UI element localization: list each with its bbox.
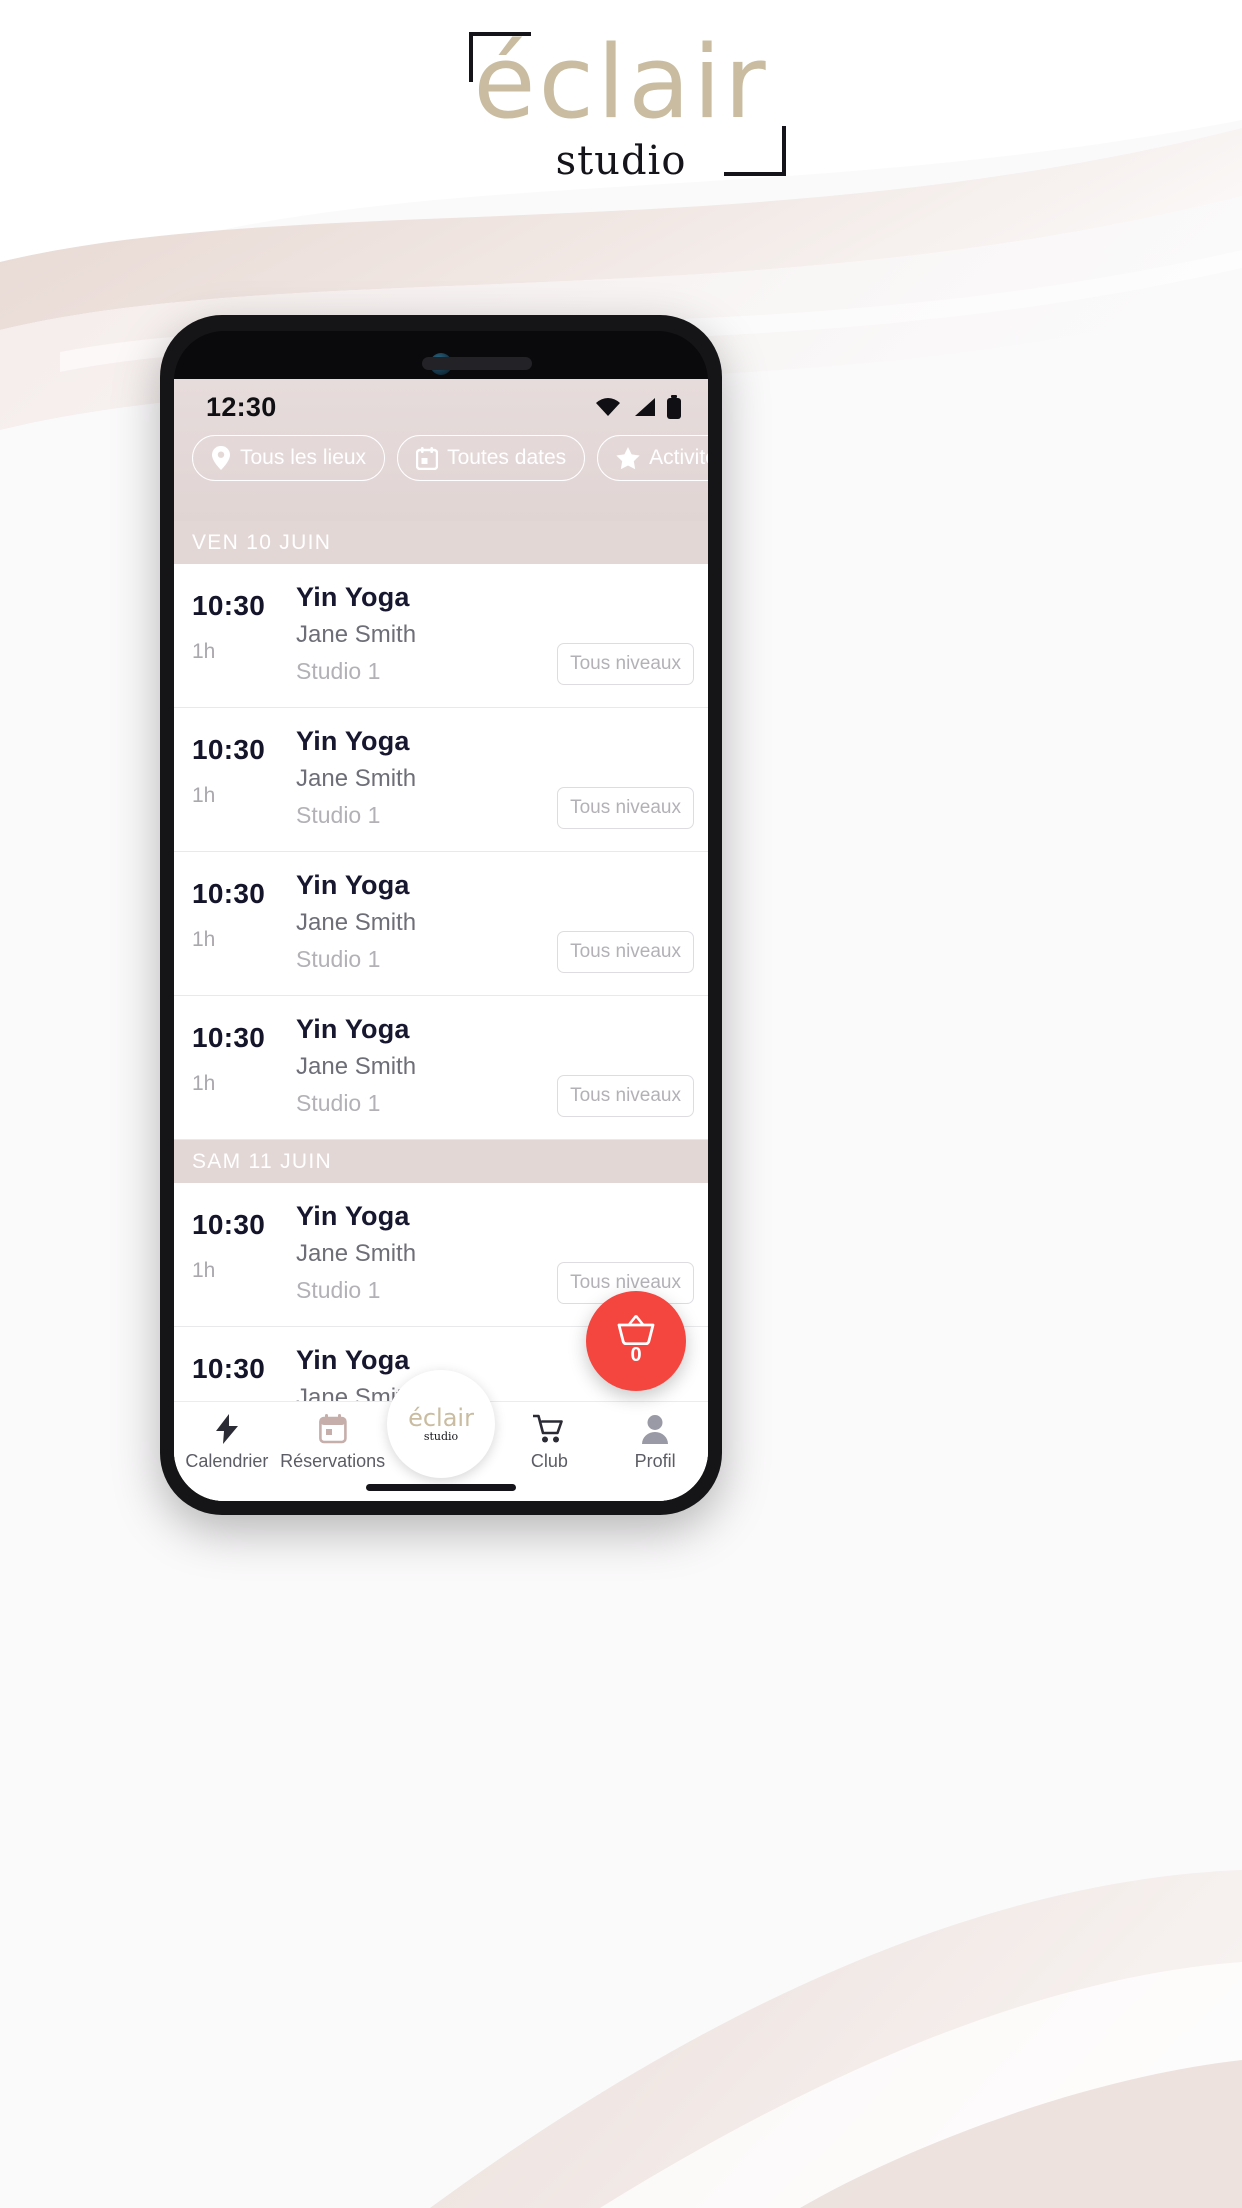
filter-chip-dates[interactable]: Toutes dates xyxy=(397,435,586,481)
filter-chip-location[interactable]: Tous les lieux xyxy=(192,435,386,481)
class-level-block: Tous niveaux xyxy=(544,852,694,995)
class-teacher: Jane Smith xyxy=(296,1240,417,1267)
filter-chips: Tous les lieux Toutes dates Activit xyxy=(174,435,708,481)
class-title: Yin Yoga xyxy=(296,1201,410,1231)
class-time: 10:30 xyxy=(192,878,266,909)
class-time: 10:30 xyxy=(192,1209,266,1240)
cart-fab-button[interactable]: 0 xyxy=(586,1291,686,1391)
class-teacher: Jane Smith xyxy=(296,621,417,648)
gesture-bar xyxy=(366,1484,516,1491)
class-time-block: 10:30 1h xyxy=(174,708,296,851)
class-time-block: 10:30 1h xyxy=(174,996,296,1139)
class-title: Yin Yoga xyxy=(296,1345,410,1375)
class-info-block: Yin Yoga Jane Smith Studio 1 xyxy=(296,996,544,1139)
nav-center-subtitle: studio xyxy=(423,1429,459,1443)
class-time: 10:30 xyxy=(192,734,266,765)
class-time-block: 10:30 1h xyxy=(174,1183,296,1326)
class-time-block: 10:30 1h xyxy=(174,852,296,995)
cart-count-badge: 0 xyxy=(630,1344,642,1366)
class-title: Yin Yoga xyxy=(296,870,410,900)
class-time: 10:30 xyxy=(192,590,266,621)
brand-logo: éclair studio xyxy=(0,23,1242,184)
nav-item-club[interactable]: Club xyxy=(497,1402,603,1472)
calendar-check-icon xyxy=(318,1414,347,1444)
class-teacher: Jane Smith xyxy=(296,1053,417,1080)
class-level-block: Tous niveaux xyxy=(544,708,694,851)
schedule-class-row[interactable]: 10:30 1h Yin Yoga Jane Smith Studio 1 Tous ni… xyxy=(174,564,708,708)
nav-label-calendrier: Calendrier xyxy=(185,1451,269,1471)
filter-chip-dates-label: Toutes dates xyxy=(447,446,567,469)
nav-item-reservations[interactable]: Réservations xyxy=(280,1402,386,1472)
earpiece-speaker xyxy=(422,357,532,370)
class-info-block: Yin Yoga Jane Smith Studio 1 xyxy=(296,1183,544,1326)
signal-icon xyxy=(635,398,655,416)
schedule-class-row[interactable]: 10:30 1h Yin Yoga Jane Smith Studio 1 Tous ni… xyxy=(174,996,708,1140)
filter-chip-activities-label: Activités xyxy=(649,446,708,469)
phone-bezel: 12:30 Tous les lieux Toutes dates Activi… xyxy=(174,331,708,1501)
star-icon xyxy=(616,446,640,469)
nav-item-profil[interactable]: Profil xyxy=(602,1402,708,1472)
schedule-class-row[interactable]: 10:30 1h Yin Yoga Jane Smith Studio 1 Tous ni… xyxy=(174,852,708,996)
bolt-icon xyxy=(215,1414,238,1444)
nav-center-wordmark: éclair xyxy=(408,1403,474,1432)
status-bar: 12:30 xyxy=(174,379,708,435)
class-teacher: Jane Smith xyxy=(296,765,417,792)
class-level-badge: Tous niveaux xyxy=(557,1075,694,1117)
schedule-day-header: SAM 11 JUIN xyxy=(174,1140,708,1183)
class-level-badge: Tous niveaux xyxy=(557,787,694,829)
logo-subtitle: studio xyxy=(555,138,687,184)
filter-chip-location-label: Tous les lieux xyxy=(240,446,367,469)
class-room: Studio 1 xyxy=(296,946,381,972)
class-time: 10:30 xyxy=(192,1353,266,1384)
nav-label-club: Club xyxy=(530,1451,568,1471)
status-clock: 12:30 xyxy=(206,391,277,422)
nav-label-reservations: Réservations xyxy=(280,1451,386,1471)
class-duration: 1h xyxy=(192,784,216,807)
nav-center-logo-button[interactable]: éclair studio xyxy=(387,1370,495,1478)
class-time: 10:30 xyxy=(192,1022,266,1053)
location-pin-icon xyxy=(212,446,230,470)
class-room: Studio 1 xyxy=(296,658,381,684)
class-room: Studio 1 xyxy=(296,1277,381,1303)
basket-icon xyxy=(617,1315,655,1345)
class-info-block: Yin Yoga Jane Smith Studio 1 xyxy=(296,708,544,851)
class-info-block: Yin Yoga Jane Smith Studio 1 xyxy=(296,564,544,707)
person-icon xyxy=(642,1415,669,1444)
filter-chip-activities[interactable]: Activités xyxy=(597,435,708,481)
class-room: Studio 1 xyxy=(296,802,381,828)
phone-screen: 12:30 Tous les lieux Toutes dates Activi… xyxy=(174,379,708,1501)
logo-wordmark: éclair xyxy=(473,23,769,141)
class-level-block: Tous niveaux xyxy=(544,996,694,1139)
class-level-badge: Tous niveaux xyxy=(557,931,694,973)
calendar-icon xyxy=(416,446,439,470)
battery-icon xyxy=(667,395,681,419)
phone-mockup: 12:30 Tous les lieux Toutes dates Activi… xyxy=(160,315,722,1515)
cart-icon xyxy=(533,1414,564,1443)
class-level-badge: Tous niveaux xyxy=(557,643,694,685)
class-title: Yin Yoga xyxy=(296,582,410,612)
schedule-class-row[interactable]: 10:30 1h Yin Yoga Jane Smith Studio 1 Tous ni… xyxy=(174,708,708,852)
class-level-block: Tous niveaux xyxy=(544,564,694,707)
app-header: 12:30 Tous les lieux Toutes dates Activi… xyxy=(174,379,708,521)
class-duration: 1h xyxy=(192,640,216,663)
nav-item-calendrier[interactable]: Calendrier xyxy=(174,1402,280,1472)
class-duration: 1h xyxy=(192,928,216,951)
class-teacher: Jane Smith xyxy=(296,909,417,936)
class-duration: 1h xyxy=(192,1259,216,1282)
status-icons xyxy=(594,395,682,419)
class-room: Studio 1 xyxy=(296,1090,381,1116)
class-title: Yin Yoga xyxy=(296,726,410,756)
nav-label-profil: Profil xyxy=(634,1451,676,1471)
class-duration: 1h xyxy=(192,1072,216,1095)
class-info-block: Yin Yoga Jane Smith Studio 1 xyxy=(296,852,544,995)
class-time-block: 10:30 1h xyxy=(174,564,296,707)
schedule-day-header: VEN 10 JUIN xyxy=(174,521,708,564)
wifi-icon xyxy=(596,398,620,416)
class-title: Yin Yoga xyxy=(296,1014,410,1044)
